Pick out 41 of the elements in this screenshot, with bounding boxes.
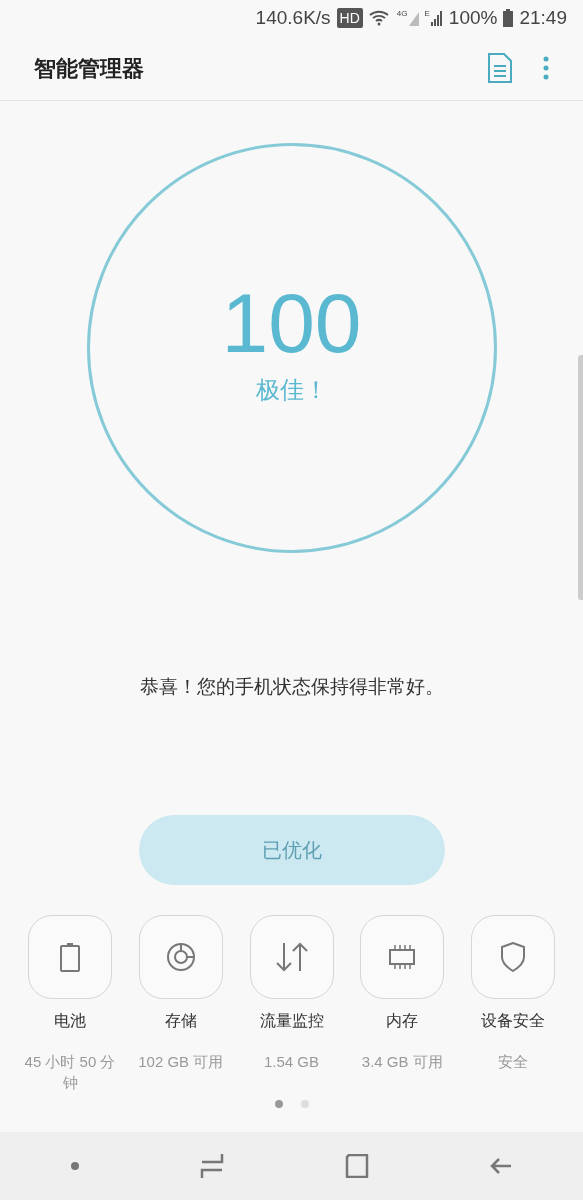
dot-icon[interactable] — [70, 1161, 81, 1171]
chip-icon — [387, 943, 418, 970]
more-options-icon[interactable] — [543, 56, 549, 80]
signal-icon — [430, 10, 443, 26]
feature-label: 电池 — [54, 1010, 86, 1031]
feature-label: 流量监控 — [259, 1010, 324, 1031]
network-type: 4G — [396, 10, 408, 18]
score-value: 100 — [221, 278, 362, 368]
feature-detail: 102 GB 可用 — [137, 1051, 225, 1072]
recents-icon[interactable] — [200, 1153, 225, 1179]
feature-button[interactable] — [360, 914, 445, 999]
battery-icon — [503, 9, 514, 27]
feature-label: 存储 — [164, 1010, 197, 1031]
document-icon[interactable] — [487, 53, 513, 83]
network-speed: 140.6K/s — [255, 5, 331, 30]
wifi-icon — [368, 9, 391, 27]
score-rating: 极佳！ — [255, 375, 328, 405]
feature-detail: 1.54 GB — [262, 1051, 320, 1072]
pie-chart-icon — [165, 941, 196, 972]
feature-detail: 安全 — [497, 1051, 529, 1072]
edge-panel-handle[interactable] — [578, 355, 583, 600]
feature-button[interactable] — [28, 914, 112, 999]
app-title: 智能管理器 — [34, 54, 145, 83]
home-icon[interactable] — [344, 1154, 369, 1178]
network-type: E — [424, 10, 430, 18]
feature-label: 内存 — [386, 1010, 419, 1031]
feature-detail: 3.4 GB 可用 — [360, 1051, 444, 1072]
feature-button[interactable] — [138, 914, 223, 999]
feature-detail: 45 小时 50 分钟 — [24, 1051, 116, 1093]
status-message: 恭喜！您的手机状态保持得非常好。 — [139, 675, 444, 699]
clock: 21:49 — [519, 5, 567, 30]
battery-icon — [59, 941, 81, 972]
shield-icon — [500, 941, 526, 972]
feature-button[interactable] — [471, 914, 555, 999]
signal-icon — [408, 10, 419, 26]
back-icon[interactable] — [488, 1156, 513, 1176]
feature-button[interactable] — [249, 914, 334, 999]
transfer-arrows-icon — [273, 940, 310, 973]
feature-label: 设备安全 — [481, 1010, 545, 1031]
battery-level: 100% — [448, 5, 498, 30]
hd-badge: HD — [336, 8, 363, 28]
